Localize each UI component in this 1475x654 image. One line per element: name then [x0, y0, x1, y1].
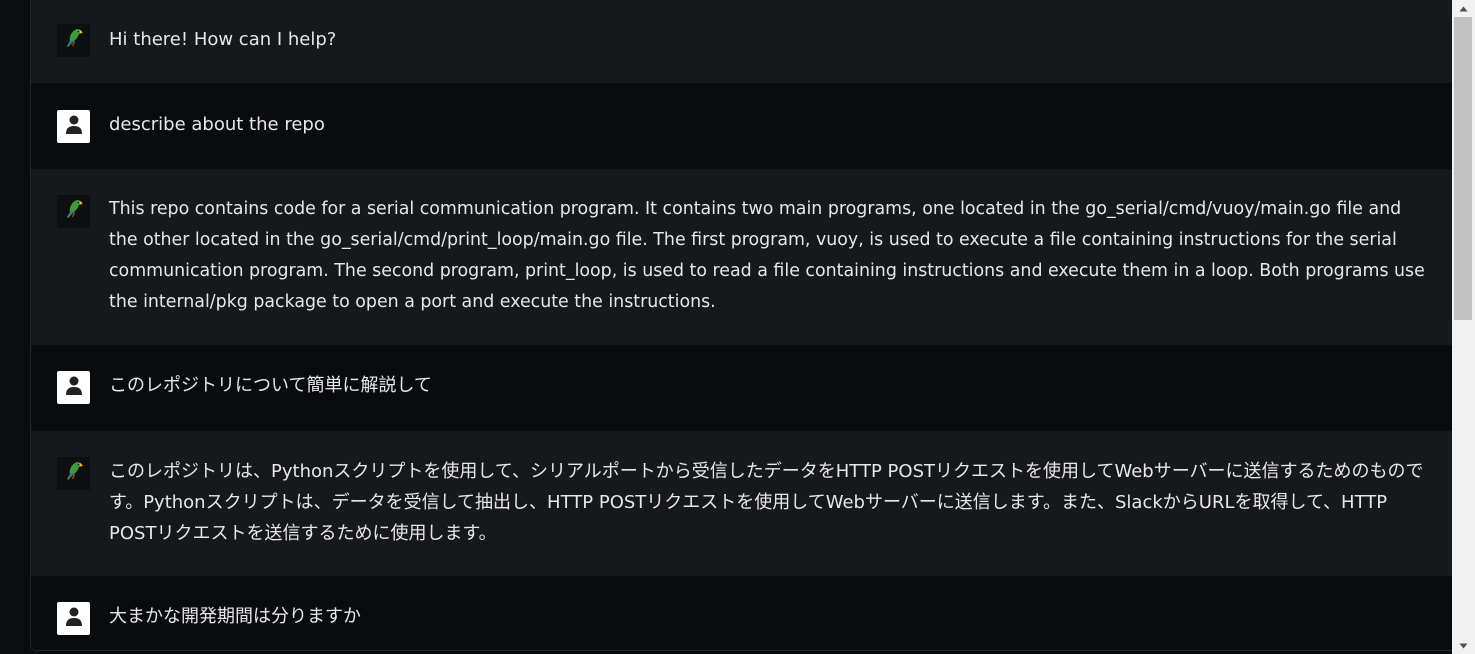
message-text: このレポジトリについて簡単に解説して: [109, 375, 432, 396]
bot-avatar: [57, 195, 90, 228]
bot-avatar: [57, 457, 90, 490]
user-avatar: [57, 371, 90, 404]
user-icon: [63, 374, 85, 401]
message-user: このレポジトリについて簡単に解説して: [31, 345, 1453, 431]
parrot-icon: [62, 459, 86, 488]
vertical-scrollbar[interactable]: [1452, 0, 1475, 654]
message-text: This repo contains code for a serial com…: [109, 199, 1431, 312]
message-text: describe about the repo: [109, 114, 325, 135]
user-icon: [63, 605, 85, 632]
message-text: 大まかな開発期間は分りますか: [109, 606, 361, 627]
user-avatar: [57, 602, 90, 635]
scrollbar-thumb[interactable]: [1454, 17, 1472, 320]
message-text: Hi there! How can I help?: [109, 29, 337, 50]
message-bot: このレポジトリは、Pythonスクリプトを使用して、シリアルポートから受信したデ…: [31, 431, 1453, 576]
message-user: describe about the repo: [31, 83, 1453, 169]
message-text: このレポジトリは、Pythonスクリプトを使用して、シリアルポートから受信したデ…: [109, 461, 1424, 544]
scroll-up-arrow-icon[interactable]: [1452, 0, 1475, 17]
message-bot: Hi there! How can I help?: [31, 0, 1453, 83]
parrot-icon: [62, 26, 86, 55]
parrot-icon: [62, 197, 86, 226]
user-avatar: [57, 110, 90, 143]
message-bot: This repo contains code for a serial com…: [31, 169, 1453, 345]
chat-panel: Hi there! How can I help? describe about…: [30, 0, 1453, 651]
page: Hi there! How can I help? describe about…: [0, 0, 1475, 654]
bot-avatar: [57, 24, 90, 57]
user-icon: [63, 113, 85, 140]
scroll-down-arrow-icon[interactable]: [1452, 637, 1475, 654]
message-user: 大まかな開発期間は分りますか: [31, 576, 1453, 650]
